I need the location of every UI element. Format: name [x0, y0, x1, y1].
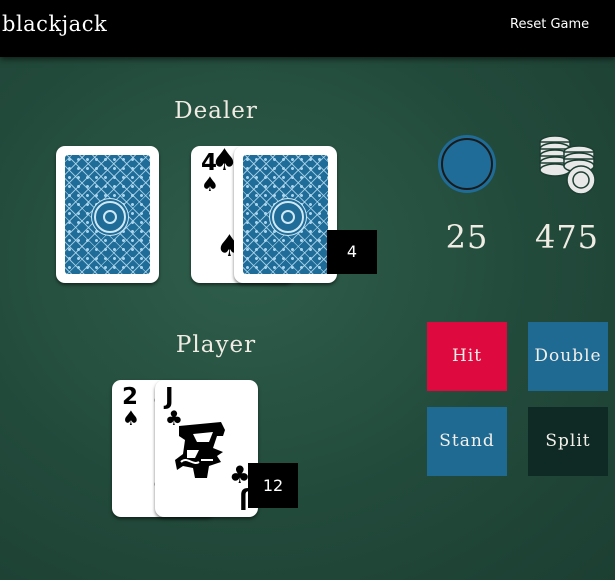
card-rank-bottom: J	[239, 487, 248, 513]
bank-amount: 475	[534, 218, 600, 256]
hit-button[interactable]: Hit	[427, 322, 507, 391]
card-back-pattern	[243, 155, 328, 274]
brand-title: blackjack	[2, 12, 108, 36]
stand-button[interactable]: Stand	[427, 407, 507, 476]
double-button[interactable]: Double	[528, 322, 608, 391]
jack-face-icon	[175, 422, 225, 478]
card-back-pattern	[65, 155, 150, 274]
player-total-badge: 12	[248, 463, 298, 508]
reset-game-button[interactable]: Reset Game	[510, 17, 589, 32]
card-back-medallion	[271, 200, 304, 233]
top-bar: blackjack Reset Game	[0, 0, 615, 57]
player-card-2: J ♣ ♣ J	[155, 380, 258, 517]
dealer-card-1-facedown	[56, 146, 159, 283]
chip-icon	[438, 135, 496, 193]
dealer-total-badge: 4	[327, 230, 377, 274]
dealer-card-3-facedown	[234, 146, 337, 283]
card-back-medallion	[93, 200, 126, 233]
player-title: Player	[175, 332, 257, 358]
bet-amount: 25	[445, 218, 489, 256]
chip-stack-icon	[539, 135, 596, 195]
spade-icon: ♠	[122, 406, 140, 430]
split-button[interactable]: Split	[528, 407, 608, 476]
dealer-title: Dealer	[174, 98, 258, 124]
